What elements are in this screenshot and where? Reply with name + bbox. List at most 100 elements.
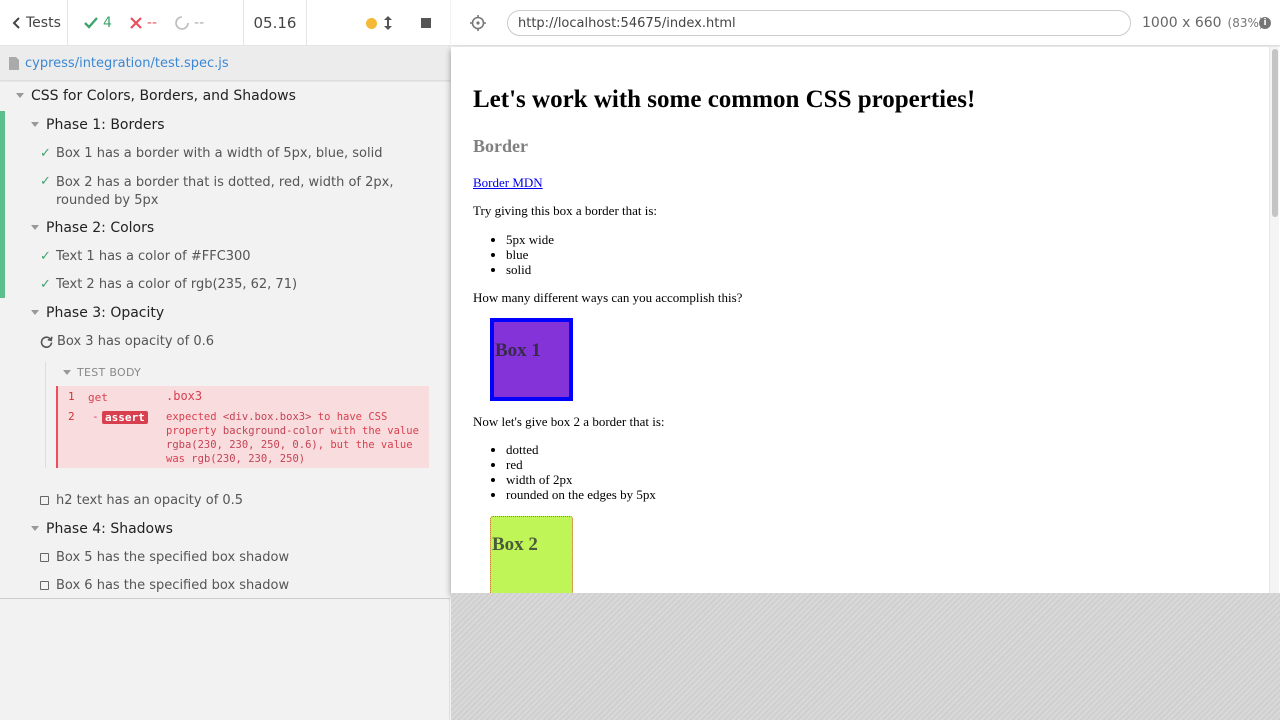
stats: 4 -- -- bbox=[68, 0, 244, 46]
command-dash: - bbox=[92, 410, 99, 423]
caret-down-icon bbox=[16, 93, 24, 98]
test-item[interactable]: ✓ Box 1 has a border with a width of 5px… bbox=[40, 146, 382, 161]
viewport-size: 1000 x 660 bbox=[1142, 15, 1222, 31]
list-item: red bbox=[506, 457, 656, 472]
root-suite-title: CSS for Colors, Borders, and Shadows bbox=[31, 88, 296, 104]
auto-scroll-control[interactable] bbox=[366, 16, 392, 30]
command-log: 1 get .box3 2 - assert expected <div.box… bbox=[56, 386, 429, 468]
checkmark-icon: ✓ bbox=[40, 174, 51, 189]
chevron-left-icon bbox=[12, 17, 20, 29]
test-item-pending[interactable]: h2 text has an opacity of 0.5 bbox=[40, 493, 243, 508]
list-item: width of 2px bbox=[506, 472, 656, 487]
test-title-line: rounded by 5px bbox=[56, 193, 159, 208]
test-item[interactable]: ✓ Text 1 has a color of #FFC300 bbox=[40, 249, 251, 264]
crosshair-icon[interactable] bbox=[469, 14, 487, 32]
test-body-header[interactable]: TEST BODY bbox=[63, 366, 141, 379]
url-bar[interactable]: http://localhost:54675/index.html bbox=[507, 10, 1131, 36]
pending-box-icon bbox=[40, 581, 49, 590]
test-title: Text 2 has a color of rgb(235, 62, 71) bbox=[56, 277, 298, 292]
scrollbar-thumb[interactable] bbox=[1272, 49, 1278, 217]
failed-stat: -- bbox=[130, 15, 157, 31]
viewport-info: 1000 x 660 (83%) bbox=[1142, 15, 1264, 31]
msg-text: expected bbox=[166, 411, 217, 423]
passed-stat: 4 bbox=[84, 15, 112, 31]
failed-count: -- bbox=[146, 15, 158, 31]
pending-box-icon bbox=[40, 496, 49, 505]
command-message[interactable]: .box3 bbox=[166, 389, 202, 403]
border-heading: Border bbox=[473, 136, 528, 156]
file-icon bbox=[9, 57, 19, 70]
caret-down-icon bbox=[63, 370, 71, 375]
runnables-list: CSS for Colors, Borders, and Shadows Pha… bbox=[0, 82, 450, 599]
test-title: h2 text has an opacity of 0.5 bbox=[56, 493, 244, 508]
paragraph: How many different ways can you accompli… bbox=[473, 290, 743, 305]
box-1-label: Box 1 bbox=[495, 340, 541, 361]
suite-title: Phase 2: Colors bbox=[46, 220, 155, 236]
test-title-line: Box 2 has a border that is dotted, red, … bbox=[56, 175, 394, 190]
running-dot-icon bbox=[366, 17, 377, 29]
resize-arrows-icon bbox=[384, 16, 392, 30]
test-item-pending[interactable]: Box 5 has the specified box shadow bbox=[40, 550, 289, 565]
test-title: Box 2 has a border that is dotted, red, … bbox=[56, 174, 393, 210]
border-mdn-link[interactable]: Border MDN bbox=[473, 175, 543, 191]
box-2-label: Box 2 bbox=[492, 534, 538, 555]
test-item-pending[interactable]: Box 6 has the specified box shadow bbox=[40, 578, 289, 593]
aut-header: http://localhost:54675/index.html 1000 x… bbox=[451, 0, 1280, 46]
box-2: Box 2 bbox=[490, 516, 573, 593]
spinner-icon bbox=[175, 16, 189, 30]
command-name[interactable]: get bbox=[88, 391, 108, 404]
border-list-2: dotted red width of 2px rounded on the e… bbox=[506, 442, 656, 502]
msg-expected-value: rgba(230, 230, 250, 0.6) bbox=[166, 439, 318, 451]
list-item: solid bbox=[506, 262, 554, 277]
test-body-label: TEST BODY bbox=[77, 366, 142, 379]
controls bbox=[307, 0, 450, 46]
test-title: Box 1 has a border with a width of 5px, … bbox=[56, 146, 383, 161]
spec-path-link[interactable]: cypress/integration/test.spec.js bbox=[25, 56, 229, 71]
info-icon[interactable]: i bbox=[1259, 17, 1271, 29]
reporter-header: Tests 4 -- -- 05.16 bbox=[0, 0, 450, 46]
suite-phase-3[interactable]: Phase 3: Opacity bbox=[31, 305, 164, 321]
test-item-running[interactable]: Box 3 has opacity of 0.6 bbox=[40, 334, 214, 349]
test-title: Box 3 has opacity of 0.6 bbox=[57, 334, 215, 349]
passed-indicator-bar bbox=[0, 111, 5, 298]
suite-phase-2[interactable]: Phase 2: Colors bbox=[31, 220, 154, 236]
page-heading: Let's work with some common CSS properti… bbox=[473, 86, 976, 113]
caret-down-icon bbox=[31, 310, 39, 315]
test-title: Box 5 has the specified box shadow bbox=[56, 550, 290, 565]
spec-path-bar: cypress/integration/test.spec.js bbox=[0, 47, 450, 81]
list-item: dotted bbox=[506, 442, 656, 457]
duration: 05.16 bbox=[244, 0, 307, 46]
tests-label: Tests bbox=[26, 15, 61, 31]
root-suite[interactable]: CSS for Colors, Borders, and Shadows bbox=[16, 88, 296, 104]
command-number: 2 bbox=[68, 410, 75, 423]
msg-property: background-color bbox=[222, 425, 325, 437]
aut-scrollbar[interactable] bbox=[1269, 47, 1279, 593]
passed-count: 4 bbox=[103, 15, 112, 31]
aut-empty-area bbox=[451, 593, 1280, 720]
suite-title: Phase 3: Opacity bbox=[46, 305, 165, 321]
checkmark-icon: ✓ bbox=[40, 249, 51, 264]
checkmark-icon: ✓ bbox=[40, 146, 51, 161]
test-body: TEST BODY 1 get .box3 2 - assert expecte… bbox=[45, 362, 435, 468]
msg-text: with the value bbox=[330, 425, 419, 437]
list-item: rounded on the edges by 5px bbox=[506, 487, 656, 502]
command-number: 1 bbox=[68, 390, 75, 403]
list-item: 5px wide bbox=[506, 232, 554, 247]
stop-icon[interactable] bbox=[420, 17, 432, 29]
test-item[interactable]: ✓ Text 2 has a color of rgb(235, 62, 71) bbox=[40, 277, 297, 292]
test-item[interactable]: ✓ Box 2 has a border that is dotted, red… bbox=[40, 174, 393, 210]
box-1: Box 1 bbox=[490, 318, 573, 401]
test-title: Box 6 has the specified box shadow bbox=[56, 578, 290, 593]
suite-title: Phase 4: Shadows bbox=[46, 521, 173, 537]
pending-stat: -- bbox=[175, 15, 204, 31]
tests-button[interactable]: Tests bbox=[0, 0, 68, 46]
assert-badge[interactable]: assert bbox=[102, 411, 148, 424]
checkmark-icon bbox=[84, 17, 98, 29]
x-icon bbox=[130, 17, 142, 29]
assert-message[interactable]: expected <div.box.box3> to have CSS prop… bbox=[166, 410, 426, 466]
suite-phase-4[interactable]: Phase 4: Shadows bbox=[31, 521, 173, 537]
suite-phase-1[interactable]: Phase 1: Borders bbox=[31, 117, 165, 133]
paragraph: Now let's give box 2 a border that is: bbox=[473, 414, 665, 429]
border-list-1: 5px wide blue solid bbox=[506, 232, 554, 277]
caret-down-icon bbox=[31, 526, 39, 531]
